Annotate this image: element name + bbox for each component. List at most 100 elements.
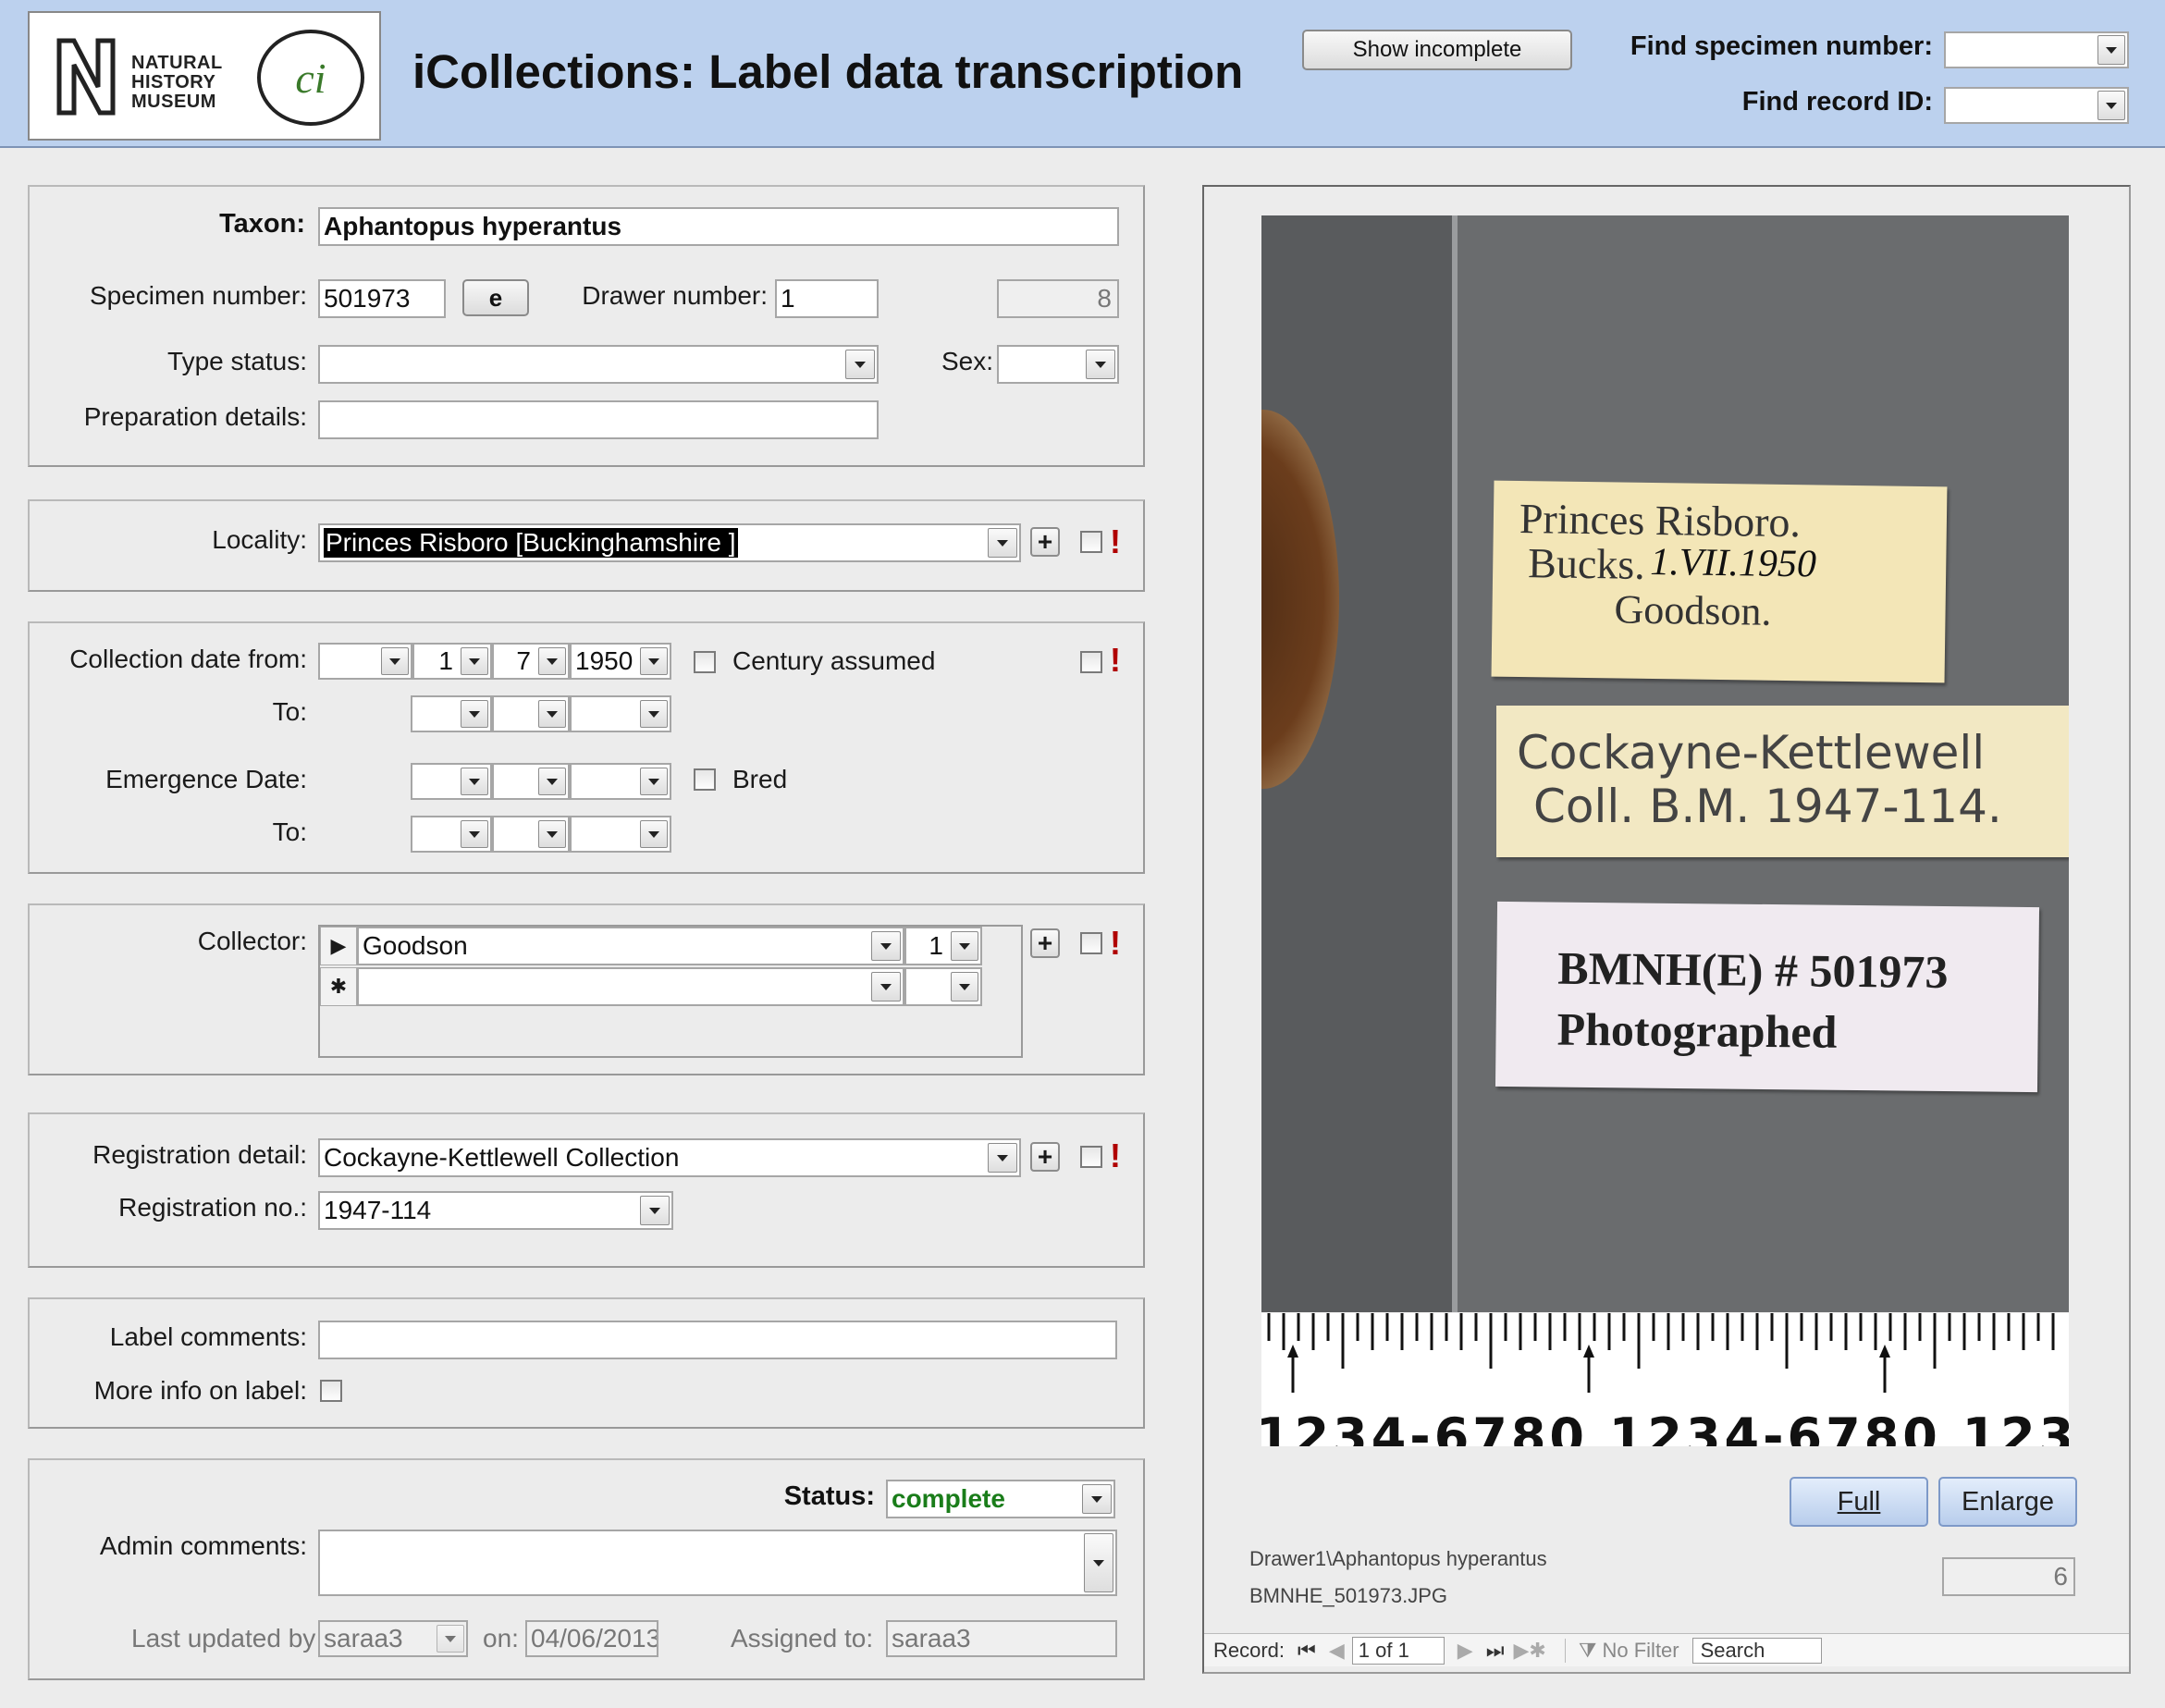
updated-on-field: 04/06/2013 [525,1620,658,1657]
specimen-label-2: Cockayne-Kettlewell Coll. B.M. 1947-114. [1496,706,2069,857]
registration-detail-label: Registration detail: [92,1140,307,1169]
admin-comments-dropdown-icon[interactable] [1084,1533,1113,1592]
status-label: Status: [783,1481,875,1511]
bred-checkbox[interactable] [694,768,716,791]
status-dropdown-icon[interactable] [1082,1484,1112,1514]
type-status-select[interactable] [318,345,879,384]
current-row-selector-icon[interactable]: ▶ [320,927,357,965]
nhm-n-logo-icon [56,38,116,116]
emergence-month-dropdown-icon[interactable] [538,768,566,795]
specimen-number-field[interactable]: 501973 [318,279,446,318]
scale-ruler: 1234-6780 1234-6780 1234-6 [1261,1313,2069,1446]
collector-name-dropdown-icon[interactable] [871,931,901,961]
to-day-dropdown-icon[interactable] [461,700,488,728]
record-navigation-bar: Record: ⏮ ◀ 1 of 1 ▶ ⏭ ▶✱ ⧩ No Filter Se… [1204,1633,2129,1666]
locality-dropdown-icon[interactable] [988,528,1017,558]
app-header: NATURAL HISTORY MUSEUM ci iCollections: … [0,0,2165,148]
emergence-to-label: To: [272,817,307,846]
type-status-dropdown-icon[interactable] [845,350,875,379]
status-select[interactable]: complete [886,1480,1115,1518]
admin-comments-label: Admin comments: [99,1531,307,1560]
sex-dropdown-icon[interactable] [1086,350,1115,379]
registration-detail-dropdown-icon[interactable] [988,1143,1017,1173]
sex-label: Sex: [941,347,993,375]
registration-no-dropdown-icon[interactable] [640,1196,670,1225]
pin-edge [1452,215,1458,1312]
add-collector-button[interactable]: + [1030,928,1060,958]
from-month-dropdown-icon[interactable] [538,647,566,675]
from-prefix-dropdown-icon[interactable] [381,647,409,675]
full-button[interactable]: Full [1790,1477,1928,1527]
add-locality-button[interactable]: + [1030,527,1060,557]
on-label: on: [483,1624,519,1653]
registration-detail-select[interactable]: Cockayne-Kettlewell Collection [318,1138,1021,1177]
last-record-icon[interactable]: ⏭ [1486,1639,1505,1663]
find-specimen-dropdown-icon[interactable] [2097,35,2125,65]
add-registration-button[interactable]: + [1030,1142,1060,1172]
collector-order-dropdown-icon[interactable] [951,931,978,961]
preparation-field[interactable] [318,400,879,439]
label-comments-field[interactable] [318,1321,1117,1359]
emergence-to-year-dropdown-icon[interactable] [640,820,668,848]
assigned-to-label: Assigned to: [731,1624,874,1653]
ruler-numbers: 1234-6780 1234-6780 1234-6 [1261,1407,2069,1446]
previous-record-icon[interactable]: ◀ [1329,1639,1345,1663]
logo-text: NATURAL HISTORY MUSEUM [131,53,223,112]
locality-label: Locality: [212,525,307,554]
type-status-label: Type status: [167,347,307,375]
to-month-dropdown-icon[interactable] [538,700,566,728]
first-record-icon[interactable]: ⏮ [1298,1639,1316,1663]
to-year-dropdown-icon[interactable] [640,700,668,728]
century-assumed-checkbox[interactable] [694,651,716,673]
taxon-label: Taxon: [219,209,305,239]
collector-flag-checkbox[interactable] [1080,932,1102,954]
registration-no-select[interactable]: 1947-114 [318,1191,673,1230]
collector-name-field[interactable]: Goodson [357,927,904,965]
emergence-day-dropdown-icon[interactable] [461,768,488,795]
collection-date-to-label: To: [272,697,307,726]
record-position-field[interactable]: 1 of 1 [1351,1636,1445,1665]
locality-field[interactable]: Princes Risboro [Buckinghamshire ] [318,523,1021,562]
image-path-line1: Drawer1\Aphantopus hyperantus [1249,1547,1547,1570]
locality-flag-checkbox[interactable] [1080,531,1102,553]
label-comments-label: Label comments: [109,1322,307,1351]
dates-flag-checkbox[interactable] [1080,651,1102,673]
from-day-dropdown-icon[interactable] [461,647,488,675]
next-record-icon[interactable]: ▶ [1458,1639,1473,1663]
taxon-field[interactable]: Aphantopus hyperantus [318,207,1119,246]
enlarge-button[interactable]: Enlarge [1938,1477,2077,1527]
more-info-checkbox[interactable] [320,1380,342,1402]
app-title: iCollections: Label data transcription [412,45,1244,98]
emergence-to-month-dropdown-icon[interactable] [538,820,566,848]
admin-comments-field[interactable] [318,1530,1117,1596]
drawer-number-field[interactable]: 1 [775,279,879,318]
more-info-label: More info on label: [93,1376,307,1405]
search-field[interactable]: Search [1691,1637,1822,1664]
from-year-dropdown-icon[interactable] [640,647,668,675]
new-collector-name-field[interactable] [357,967,904,1006]
find-record-dropdown-icon[interactable] [2097,91,2125,120]
no-filter-label[interactable]: No Filter [1603,1639,1679,1663]
record-label: Record: [1213,1638,1285,1662]
new-record-icon[interactable]: ▶✱ [1514,1639,1546,1663]
emergence-to-day-dropdown-icon[interactable] [461,820,488,848]
assigned-to-field: saraa3 [886,1620,1117,1657]
century-assumed-label: Century assumed [732,646,936,675]
new-collector-order-dropdown-icon[interactable] [951,972,978,1001]
filter-icon[interactable]: ⧩ [1564,1638,1597,1663]
new-collector-name-dropdown-icon[interactable] [871,972,901,1001]
label-comments-section [28,1297,1145,1429]
specimen-number-label: Specimen number: [89,281,307,310]
registration-no-label: Registration no.: [118,1193,307,1222]
find-specimen-label: Find specimen number: [1630,31,1933,61]
specimen-label-1: Princes Risboro. Bucks. 1.VII.1950 Goods… [1491,480,1948,683]
emergence-year-dropdown-icon[interactable] [640,768,668,795]
edit-specimen-button[interactable]: e [462,279,529,316]
new-row-selector-icon[interactable]: ✱ [320,967,357,1006]
emergence-date-label: Emergence Date: [105,765,307,793]
registration-flag-checkbox[interactable] [1080,1146,1102,1168]
last-updated-dropdown-icon [437,1625,464,1653]
show-incomplete-button[interactable]: Show incomplete [1302,30,1572,70]
specimen-image[interactable]: Princes Risboro. Bucks. 1.VII.1950 Goods… [1261,215,2069,1312]
registration-warning-icon: ! [1110,1137,1121,1174]
